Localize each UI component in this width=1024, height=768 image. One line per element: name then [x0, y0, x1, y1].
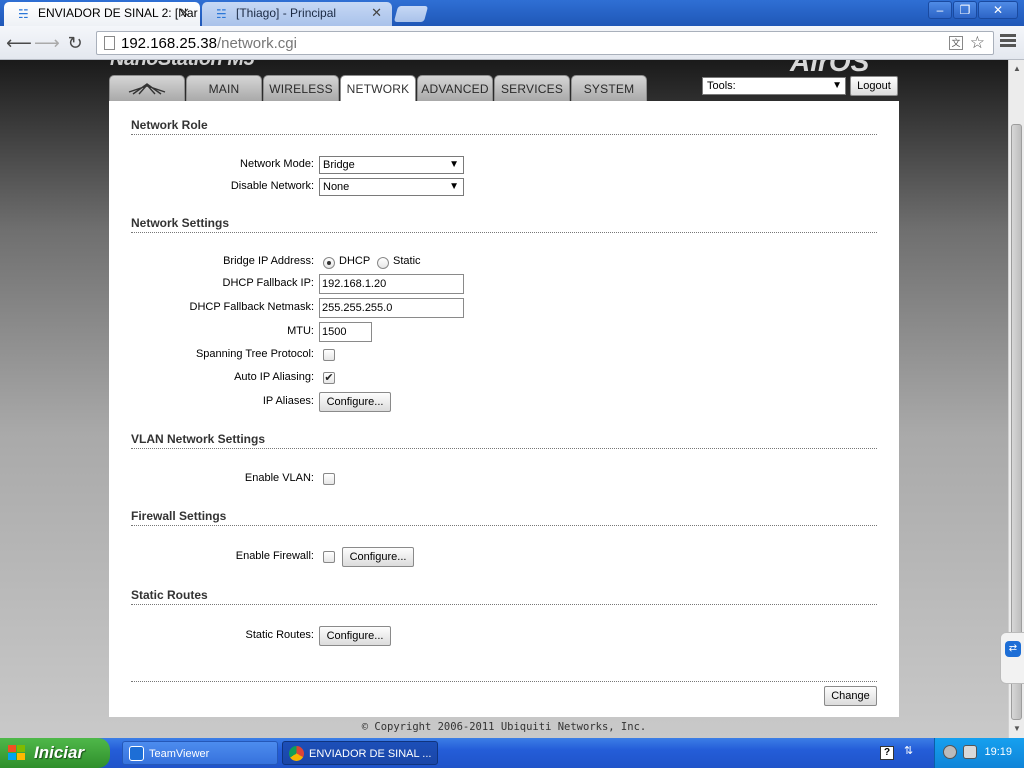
taskbar-item-teamviewer[interactable]: TeamViewer — [122, 741, 278, 765]
system-tray: 19:19 — [934, 738, 1024, 768]
device-brand: NanoStation M5 — [110, 60, 255, 71]
tab-network[interactable]: NETWORK — [340, 75, 416, 102]
static-routes-label: Static Routes: — [245, 629, 314, 641]
static-radio[interactable] — [377, 257, 389, 269]
section-title-vlan: VLAN Network Settings — [131, 432, 877, 449]
browser-tab-inactive[interactable]: ☵ [Thiago] - Principal ✕ — [202, 2, 392, 26]
page-viewport: NanoStation M5 AirOS MAIN WIRELESS NETWO… — [0, 60, 1008, 738]
network-mode-select[interactable]: Bridge ▼ — [319, 156, 464, 174]
url-text: 192.168.25.38/network.cgi — [121, 35, 297, 52]
section-title-network-role: Network Role — [131, 118, 877, 135]
help-icon[interactable]: ? — [880, 746, 894, 760]
dhcp-fallback-netmask-label: DHCP Fallback Netmask: — [189, 301, 315, 313]
page-icon — [104, 36, 115, 50]
network-mode-label: Network Mode: — [240, 158, 314, 170]
section-title-firewall: Firewall Settings — [131, 509, 877, 526]
scrollbar-thumb[interactable] — [1011, 124, 1022, 720]
browser-toolbar: ⟵ ⟶ ↻ 192.168.25.38/network.cgi 文 ☆ — [0, 26, 1024, 60]
section-title-static-routes: Static Routes — [131, 588, 877, 605]
dhcp-radio[interactable] — [323, 257, 335, 269]
close-tab-icon[interactable]: ✕ — [371, 2, 382, 24]
mtu-label: MTU: — [287, 325, 314, 337]
dhcp-fallback-ip-label: DHCP Fallback IP: — [222, 277, 315, 289]
translate-icon[interactable]: 文 — [949, 36, 963, 50]
scroll-down-icon[interactable]: ▼ — [1009, 722, 1024, 736]
taskbar-item-label: TeamViewer — [149, 748, 210, 760]
auto-ip-aliasing-checkbox[interactable]: ✔ — [323, 372, 335, 384]
teamviewer-icon — [129, 746, 144, 761]
bridge-ip-label: Bridge IP Address: — [223, 255, 314, 267]
forward-icon[interactable]: ⟶ — [34, 32, 60, 54]
close-window-button[interactable]: ✕ — [978, 1, 1018, 19]
windows-flag-icon — [8, 745, 26, 761]
taskbar-item-label: ENVIADOR DE SINAL ... — [309, 748, 432, 760]
tab-title: [Thiago] - Principal — [236, 6, 337, 20]
dropdown-arrow-icon: ▼ — [832, 80, 842, 91]
reload-icon[interactable]: ↻ — [64, 32, 86, 54]
taskbar-item-chrome[interactable]: ENVIADOR DE SINAL ... — [282, 741, 438, 765]
enable-firewall-checkbox[interactable] — [323, 551, 335, 563]
scroll-up-icon[interactable]: ▲ — [1009, 62, 1024, 76]
disable-network-value: None — [323, 181, 350, 193]
ubiquiti-logo-icon — [128, 83, 166, 95]
bookmark-star-icon[interactable]: ☆ — [970, 33, 985, 53]
enable-firewall-label: Enable Firewall: — [235, 550, 314, 562]
tab-main[interactable]: MAIN — [186, 75, 262, 101]
static-routes-configure-button[interactable]: Configure... — [319, 626, 391, 646]
disable-network-label: Disable Network: — [230, 180, 314, 192]
enable-vlan-checkbox[interactable] — [323, 473, 335, 485]
static-radio-label: Static — [393, 255, 421, 267]
tray-app-icon[interactable] — [963, 745, 977, 759]
rss-icon: ☵ — [18, 7, 29, 21]
start-label: Iniciar — [34, 743, 85, 762]
teamviewer-icon: ⇄ — [1005, 641, 1021, 657]
browser-tab-strip: ☵ ENVIADOR DE SINAL 2: [Nar ✕ ☵ [Thiago]… — [0, 0, 1024, 26]
logout-button[interactable]: Logout — [850, 76, 898, 96]
tools-select-value: Tools: — [707, 80, 736, 92]
stp-checkbox[interactable] — [323, 349, 335, 361]
stp-label: Spanning Tree Protocol: — [195, 348, 314, 360]
tab-services[interactable]: SERVICES — [494, 75, 570, 101]
minimize-button[interactable]: – — [928, 1, 952, 19]
browser-tab-active[interactable]: ☵ ENVIADOR DE SINAL 2: [Nar ✕ — [4, 2, 200, 26]
mtu-input[interactable]: 1500 — [319, 322, 372, 342]
enable-vlan-label: Enable VLAN: — [244, 472, 314, 484]
start-button[interactable]: Iniciar — [0, 738, 110, 768]
divider — [131, 681, 877, 682]
tab-system[interactable]: SYSTEM — [571, 75, 647, 101]
menu-icon[interactable] — [1000, 34, 1016, 50]
dhcp-fallback-ip-input[interactable]: 192.168.1.20 — [319, 274, 464, 294]
tab-title: ENVIADOR DE SINAL 2: [Nar — [38, 6, 198, 20]
copyright-footer: © Copyright 2006-2011 Ubiquiti Networks,… — [361, 721, 647, 733]
dropdown-arrow-icon: ▼ — [449, 159, 459, 170]
tab-advanced[interactable]: ADVANCED — [417, 75, 493, 101]
back-icon[interactable]: ⟵ — [6, 32, 32, 54]
restore-button[interactable]: ❐ — [953, 1, 977, 19]
network-mode-value: Bridge — [323, 159, 355, 171]
firewall-configure-button[interactable]: Configure... — [342, 547, 414, 567]
tab-wireless[interactable]: WIRELESS — [263, 75, 339, 101]
teamviewer-widget[interactable]: ⇄ — [1000, 632, 1024, 684]
tray-shield-icon[interactable] — [943, 745, 957, 759]
network-icon[interactable]: ⇅ — [904, 744, 918, 760]
section-title-network-settings: Network Settings — [131, 216, 877, 233]
dropdown-arrow-icon: ▼ — [449, 181, 459, 192]
clock: 19:19 — [984, 746, 1012, 758]
chrome-icon — [289, 746, 304, 761]
change-button[interactable]: Change — [824, 686, 877, 706]
ubiquiti-logo-tab[interactable] — [109, 75, 185, 101]
tools-select[interactable]: Tools: ▼ — [702, 77, 846, 95]
dhcp-radio-label: DHCP — [339, 255, 371, 267]
disable-network-select[interactable]: None ▼ — [319, 178, 464, 196]
taskbar: Iniciar TeamViewer ENVIADOR DE SINAL ...… — [0, 738, 1024, 768]
address-bar[interactable]: 192.168.25.38/network.cgi 文 ☆ — [96, 31, 994, 55]
new-tab-button[interactable] — [393, 6, 429, 22]
auto-ip-aliasing-label: Auto IP Aliasing: — [234, 371, 314, 383]
rss-icon: ☵ — [216, 7, 227, 21]
ip-aliases-label: IP Aliases: — [262, 395, 314, 407]
dhcp-fallback-netmask-input[interactable]: 255.255.255.0 — [319, 298, 464, 318]
content-panel: Network Role Network Mode: Bridge ▼ Disa… — [109, 101, 899, 717]
ip-aliases-configure-button[interactable]: Configure... — [319, 392, 391, 412]
close-tab-icon[interactable]: ✕ — [179, 2, 190, 24]
